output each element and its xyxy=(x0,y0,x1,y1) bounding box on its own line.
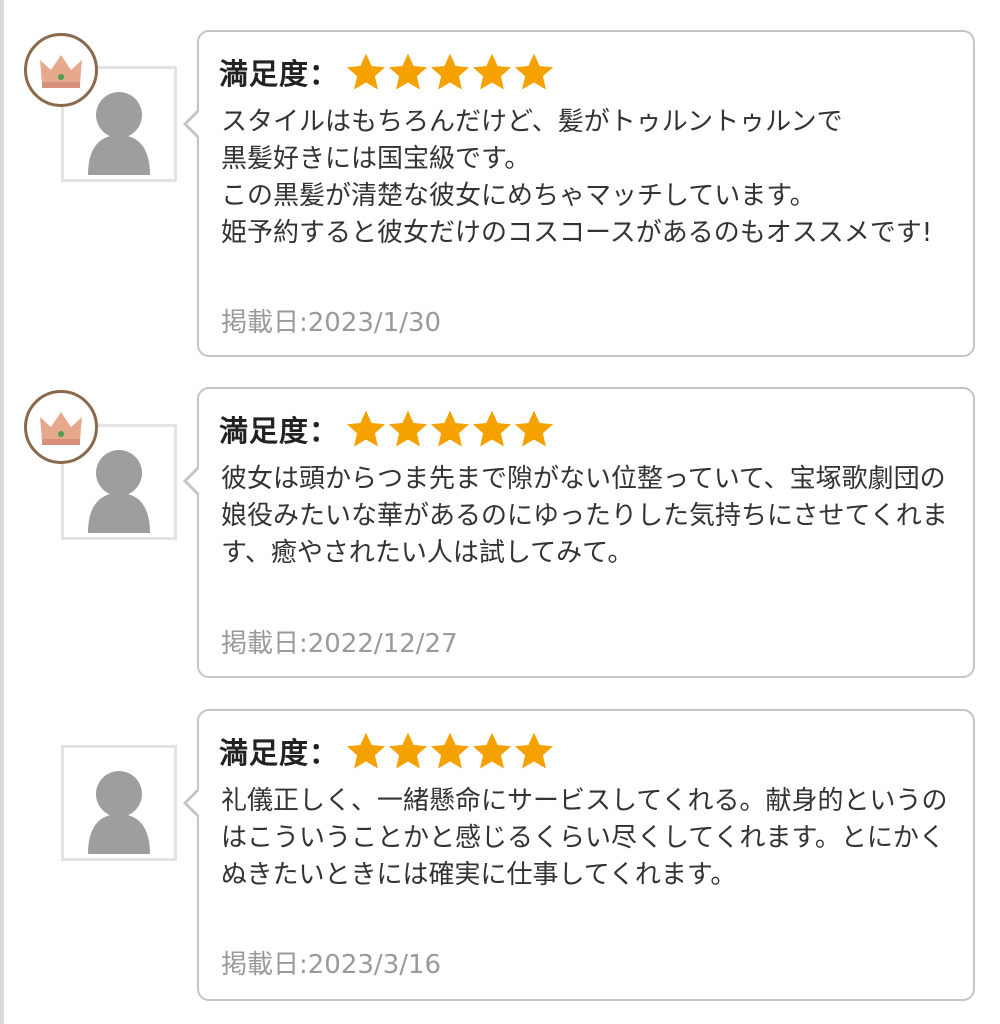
review-date: 掲載日:2023/3/16 xyxy=(221,950,442,980)
star-icon xyxy=(388,732,428,769)
star-rating xyxy=(345,408,555,450)
rating-label: 満足度： xyxy=(219,736,340,770)
review-comment: 彼女は頭からつま先まで隙がない位整っていて、宝塚歌劇団の娘役みたいな華があるのに… xyxy=(221,464,948,568)
star-icon xyxy=(430,53,470,90)
star-icon xyxy=(472,53,512,90)
review-date: 掲載日:2022/12/27 xyxy=(221,629,458,659)
crown-icon xyxy=(40,55,82,88)
review-comment: スタイルはもちろんだけど、髪がトゥルントゥルンで 黒髪好きには国宝級です。 この… xyxy=(221,107,933,248)
star-rating xyxy=(345,51,555,93)
star-icon xyxy=(388,410,428,447)
star-icon xyxy=(346,732,386,769)
rating-row: 満足度： xyxy=(219,729,555,773)
star-icon xyxy=(388,53,428,90)
crown-badge xyxy=(24,390,98,464)
star-icon xyxy=(514,53,554,90)
star-icon xyxy=(346,410,386,447)
star-icon xyxy=(430,410,470,447)
rating-row: 満足度： xyxy=(219,407,555,451)
review-bubble: 満足度： スタイルはもちろんだけど、髪がトゥルントゥルンで 黒髪好きには国宝級で… xyxy=(183,30,975,357)
rating-label: 満足度： xyxy=(219,57,340,91)
avatar xyxy=(61,745,177,861)
crown-badge xyxy=(24,33,98,107)
left-divider xyxy=(0,0,4,1024)
star-rating xyxy=(345,730,555,772)
review-bubble: 満足度： 礼儀正しく、一緒懸命にサービスしてくれる。献身的というのはこういうこと… xyxy=(183,709,975,1001)
star-icon xyxy=(514,410,554,447)
star-icon xyxy=(430,732,470,769)
star-icon xyxy=(346,53,386,90)
review-date: 掲載日:2023/1/30 xyxy=(221,308,442,338)
rating-row: 満足度： xyxy=(219,50,555,94)
rating-label: 満足度： xyxy=(219,414,340,448)
review-comment: 礼儀正しく、一緒懸命にサービスしてくれる。献身的というのはこういうことかと感じる… xyxy=(221,786,948,890)
user-silhouette-icon xyxy=(88,771,150,854)
crown-icon xyxy=(40,412,82,445)
star-icon xyxy=(472,410,512,447)
review-bubble: 満足度： 彼女は頭からつま先まで隙がない位整っていて、宝塚歌劇団の娘役みたいな華… xyxy=(183,387,975,678)
star-icon xyxy=(472,732,512,769)
star-icon xyxy=(514,732,554,769)
